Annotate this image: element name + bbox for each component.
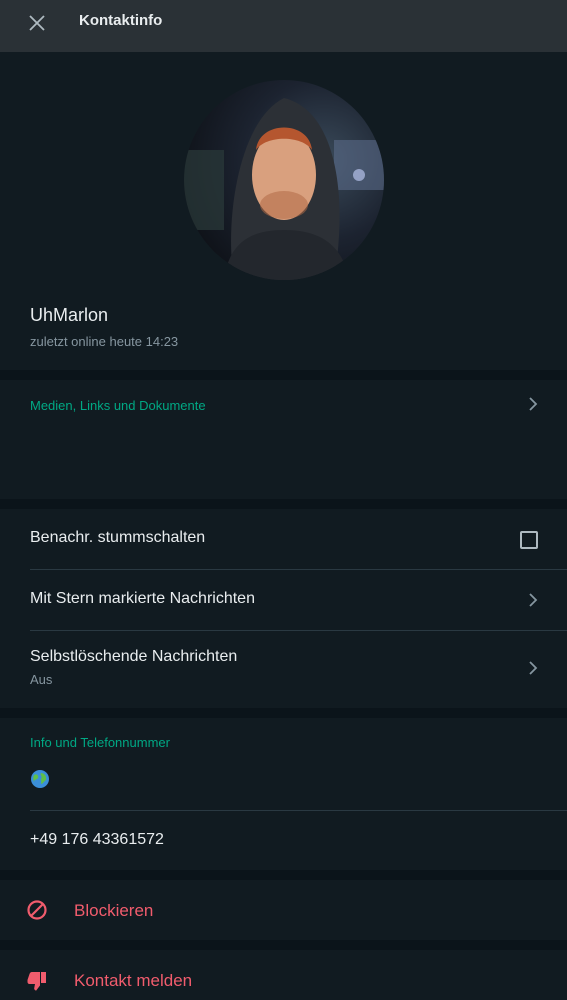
divider xyxy=(30,810,567,811)
report-contact-label: Kontakt melden xyxy=(74,971,193,990)
avatar[interactable] xyxy=(184,80,384,280)
mute-checkbox[interactable] xyxy=(520,531,538,549)
starred-messages-label: Mit Stern markierte Nachrichten xyxy=(30,590,255,607)
disappearing-messages-label: Selbstlöschende Nachrichten xyxy=(30,648,238,665)
disappearing-messages-row[interactable]: Selbstlöschende Nachrichten Aus xyxy=(0,631,567,708)
report-contact-button[interactable]: Kontakt melden xyxy=(0,950,567,1000)
about-text xyxy=(30,769,50,789)
media-label: Medien, Links und Dokumente xyxy=(30,398,206,413)
header-bar: Kontaktinfo xyxy=(0,0,567,52)
page-title: Kontaktinfo xyxy=(79,12,163,29)
profile-section: UhMarlon zuletzt online heute 14:23 xyxy=(0,52,567,370)
chevron-right-icon xyxy=(527,592,539,608)
thumbs-down-icon xyxy=(26,970,48,992)
chevron-right-icon xyxy=(527,660,539,676)
starred-messages-row[interactable]: Mit Stern markierte Nachrichten xyxy=(0,570,567,630)
block-label: Blockieren xyxy=(74,901,154,920)
last-seen-status: zuletzt online heute 14:23 xyxy=(30,334,179,349)
media-section[interactable]: Medien, Links und Dokumente xyxy=(0,380,567,499)
close-icon xyxy=(29,15,45,31)
block-icon xyxy=(26,899,48,921)
info-section: Info und Telefonnummer +49 176 43361572 xyxy=(0,718,567,870)
close-button[interactable] xyxy=(26,12,48,34)
mute-label: Benachr. stummschalten xyxy=(30,529,206,546)
contact-name: UhMarlon xyxy=(30,305,109,325)
globe-icon xyxy=(31,770,49,788)
settings-section: Benachr. stummschalten Mit Stern markier… xyxy=(0,509,567,708)
block-button[interactable]: Blockieren xyxy=(0,880,567,940)
mute-row[interactable]: Benachr. stummschalten xyxy=(0,509,567,569)
disappearing-messages-value: Aus xyxy=(30,672,53,687)
info-label: Info und Telefonnummer xyxy=(30,735,170,750)
phone-number[interactable]: +49 176 43361572 xyxy=(30,831,164,849)
chevron-right-icon xyxy=(527,396,539,412)
